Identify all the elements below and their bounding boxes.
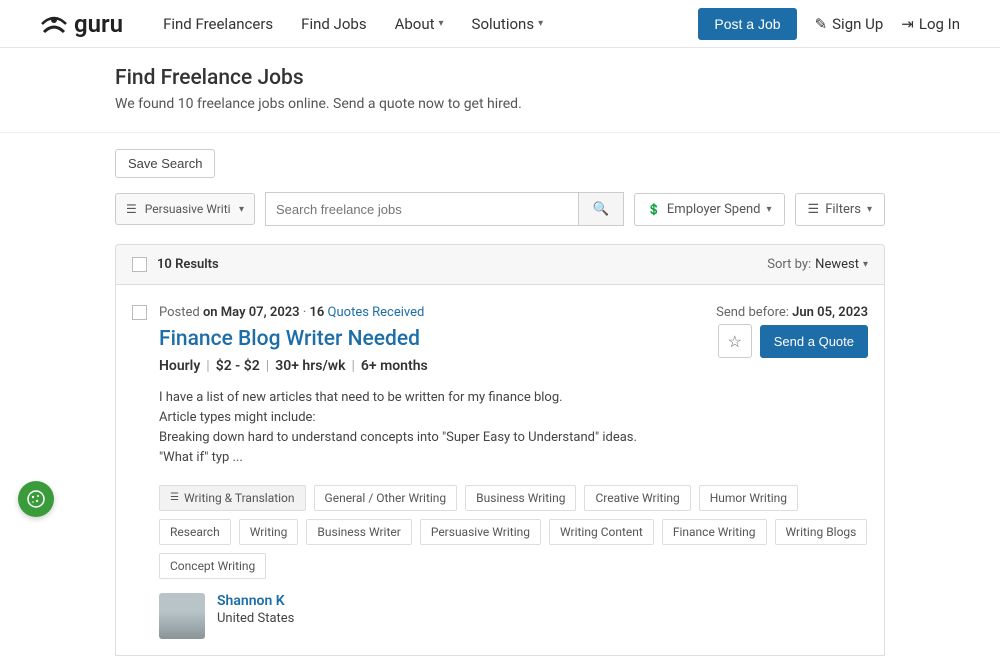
employer-spend-filter[interactable]: 💲 Employer Spend ▾ — [634, 193, 784, 226]
tag[interactable]: Persuasive Writing — [420, 519, 541, 545]
search-button[interactable]: 🔍 — [578, 192, 625, 226]
edit-icon: ✎ — [815, 15, 828, 33]
logo-text: guru — [74, 10, 123, 38]
poster-name-link[interactable]: Shannon K — [217, 593, 294, 609]
page-subtitle: We found 10 freelance jobs online. Send … — [115, 96, 885, 112]
avatar[interactable] — [159, 593, 205, 639]
job-select-checkbox[interactable] — [132, 305, 147, 320]
results-bar: 10 Results Sort by: Newest ▾ — [115, 244, 885, 285]
logo[interactable]: guru — [40, 10, 123, 38]
tag[interactable]: Writing Content — [549, 519, 654, 545]
quotes-received-link[interactable]: Quotes Received — [324, 305, 424, 320]
page-header: Find Freelance Jobs We found 10 freelanc… — [115, 48, 885, 124]
tag-category[interactable]: ☰Writing & Translation — [159, 485, 306, 511]
main-nav: Find Freelancers Find Jobs About▾ Soluti… — [163, 15, 698, 33]
job-description: I have a list of new articles that need … — [159, 388, 868, 469]
money-icon: 💲 — [647, 203, 661, 216]
post-job-button[interactable]: Post a Job — [698, 8, 796, 40]
sliders-icon: ☰ — [808, 202, 820, 217]
log-in-link[interactable]: ⇥Log In — [901, 15, 960, 33]
chevron-down-icon: ▾ — [867, 204, 872, 215]
tag[interactable]: Writing Blogs — [775, 519, 868, 545]
tag[interactable]: Finance Writing — [662, 519, 767, 545]
select-all-checkbox[interactable] — [132, 257, 147, 272]
tag[interactable]: Business Writer — [306, 519, 411, 545]
search-input[interactable] — [265, 192, 578, 226]
send-before: Send before: Jun 05, 2023 — [716, 305, 868, 320]
logo-icon — [40, 14, 68, 34]
send-quote-button[interactable]: Send a Quote — [760, 325, 868, 358]
chevron-down-icon: ▾ — [767, 204, 772, 215]
job-poster: Shannon K United States — [159, 593, 868, 639]
sign-up-link[interactable]: ✎Sign Up — [815, 15, 884, 33]
save-search-button[interactable]: Save Search — [115, 149, 215, 178]
poster-location: United States — [217, 611, 294, 626]
chevron-down-icon: ▾ — [863, 259, 868, 270]
job-posted: Posted on May 07, 2023 · 16 Quotes Recei… — [159, 305, 424, 320]
chevron-down-icon: ▾ — [538, 18, 543, 29]
chevron-down-icon: ▾ — [239, 204, 244, 215]
login-icon: ⇥ — [901, 15, 914, 33]
tag[interactable]: Research — [159, 519, 231, 545]
job-rate: Hourly|$2 - $2|30+ hrs/wk|6+ months — [159, 358, 868, 374]
results-count: 10 Results — [157, 257, 219, 272]
tag[interactable]: General / Other Writing — [314, 485, 458, 511]
tag[interactable]: Writing — [239, 519, 299, 545]
job-tags: ☰Writing & Translation General / Other W… — [159, 485, 868, 579]
list-icon: ☰ — [170, 492, 179, 503]
top-nav: guru Find Freelancers Find Jobs About▾ S… — [0, 0, 1000, 48]
favorite-button[interactable]: ☆ — [718, 324, 752, 358]
list-icon: ☰ — [126, 202, 137, 216]
nav-solutions[interactable]: Solutions▾ — [472, 15, 544, 33]
category-select[interactable]: ☰ Persuasive Writing ▾ — [115, 193, 255, 225]
search-toolbar: Save Search ☰ Persuasive Writing ▾ 🔍 💲 E… — [115, 133, 885, 226]
chevron-down-icon: ▾ — [439, 18, 444, 29]
job-card: Posted on May 07, 2023 · 16 Quotes Recei… — [115, 285, 885, 656]
tag[interactable]: Concept Writing — [159, 553, 266, 579]
nav-about[interactable]: About▾ — [395, 15, 444, 33]
tag[interactable]: Humor Writing — [699, 485, 798, 511]
nav-find-freelancers[interactable]: Find Freelancers — [163, 15, 273, 33]
tag[interactable]: Creative Writing — [584, 485, 690, 511]
search-icon: 🔍 — [593, 201, 610, 216]
cookie-settings-button[interactable] — [18, 481, 54, 517]
category-label: Persuasive Writing — [145, 202, 231, 216]
job-title-link[interactable]: Finance Blog Writer Needed — [159, 327, 420, 351]
tag[interactable]: Business Writing — [465, 485, 576, 511]
search-group: 🔍 — [265, 192, 624, 226]
nav-find-jobs[interactable]: Find Jobs — [301, 15, 366, 33]
sort-select[interactable]: Sort by: Newest ▾ — [767, 257, 868, 272]
cookie-icon — [26, 489, 46, 509]
page-title: Find Freelance Jobs — [115, 66, 885, 90]
header-actions: Post a Job ✎Sign Up ⇥Log In — [698, 8, 960, 40]
filters-button[interactable]: ☰ Filters ▾ — [795, 193, 885, 226]
